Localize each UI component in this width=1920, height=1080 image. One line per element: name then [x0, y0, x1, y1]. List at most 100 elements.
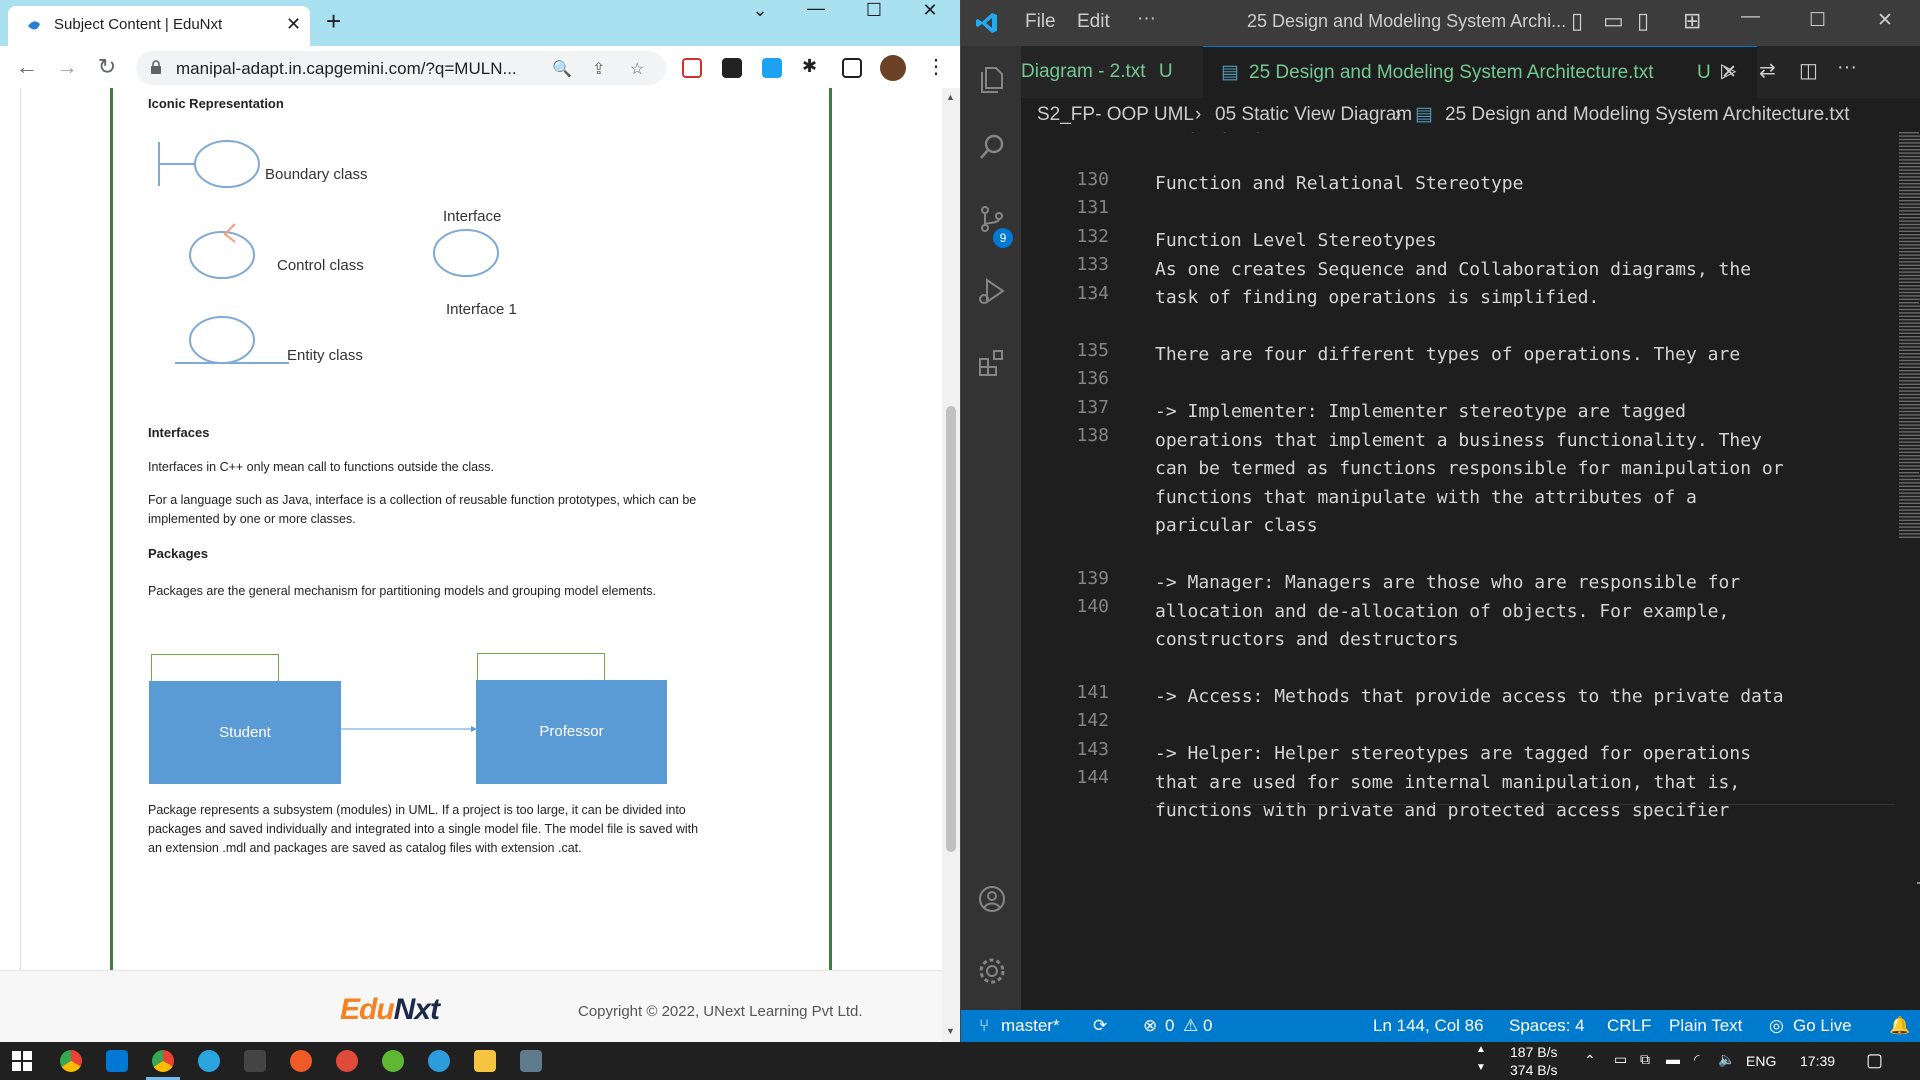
- minimap-line: [1899, 288, 1920, 290]
- indentation[interactable]: Spaces: 4: [1509, 1010, 1585, 1042]
- extension-pocket-icon[interactable]: [682, 58, 702, 78]
- split-editor-icon[interactable]: ◫: [1799, 58, 1818, 83]
- error-count[interactable]: 0: [1165, 1010, 1174, 1042]
- sync-icon[interactable]: ⟳: [1093, 1010, 1107, 1042]
- edge-taskbar-icon[interactable]: [428, 1050, 450, 1072]
- battery-icon[interactable]: ▬: [1666, 1051, 1680, 1067]
- menu-file[interactable]: File: [1025, 11, 1056, 33]
- toggle-panel-icon[interactable]: ▭: [1603, 8, 1624, 34]
- editor-text-area[interactable]: information 130 131 Function and Relational…: [1021, 132, 1920, 1010]
- git-branch[interactable]: master*: [1001, 1010, 1060, 1042]
- vscode-maximize-icon[interactable]: ☐: [1809, 9, 1826, 32]
- minimap[interactable]: [1897, 132, 1920, 552]
- logo-text-edu: Edu: [340, 993, 395, 1026]
- forward-icon[interactable]: →: [54, 54, 80, 80]
- minimap-line: [1899, 247, 1920, 249]
- toggle-sidebar-icon[interactable]: ▯: [1571, 8, 1583, 34]
- postman-taskbar-icon[interactable]: [290, 1050, 312, 1072]
- tray-chevron-icon[interactable]: ⌃: [1584, 1052, 1596, 1069]
- minimap-line: [1899, 322, 1920, 324]
- code-line-text: operations that implement a business fun…: [1155, 429, 1762, 451]
- extension-dark-icon[interactable]: [722, 58, 742, 78]
- code-line-text: -> Manager: Managers are those who are r…: [1155, 572, 1741, 593]
- address-bar[interactable]: manipal-adapt.in.capgemini.com/?q=MULN..…: [136, 51, 666, 85]
- minimize-icon[interactable]: —: [796, 0, 836, 24]
- minimap-line: [1899, 482, 1920, 484]
- maximize-icon[interactable]: ☐: [854, 0, 894, 26]
- more-actions-icon[interactable]: ···: [1837, 56, 1857, 79]
- breadcrumb-folder-1[interactable]: S2_FP- OOP UML: [1037, 98, 1194, 132]
- wifi-icon[interactable]: ◜: [1694, 1051, 1699, 1068]
- run-debug-icon[interactable]: [977, 276, 1007, 306]
- breadcrumb-file[interactable]: 25 Design and Modeling System Architectu…: [1445, 98, 1849, 132]
- search-icon[interactable]: [977, 132, 1007, 162]
- volume-icon[interactable]: 🔈: [1718, 1051, 1735, 1068]
- accounts-icon[interactable]: [977, 884, 1007, 914]
- notifications-bell-icon[interactable]: 🔔: [1889, 1010, 1910, 1042]
- compare-changes-icon[interactable]: ⇄: [1759, 58, 1776, 83]
- minimap-line: [1899, 189, 1920, 192]
- tab-search-chevron-icon[interactable]: ⌄: [740, 0, 780, 26]
- p-app-taskbar-icon[interactable]: [336, 1050, 358, 1072]
- breadcrumb-folder-2[interactable]: 05 Static View Diagram: [1215, 98, 1412, 132]
- windows-start-icon[interactable]: [12, 1051, 32, 1071]
- tab-diagram-2[interactable]: Diagram - 2.txt U: [1021, 46, 1203, 98]
- browser-tab[interactable]: Subject Content | EduNxt ✕: [8, 6, 310, 46]
- upwork-taskbar-icon[interactable]: [382, 1050, 404, 1072]
- chrome-active-taskbar-icon[interactable]: [152, 1050, 174, 1072]
- menu-edit[interactable]: Edit: [1077, 11, 1110, 33]
- end-of-line[interactable]: CRLF: [1607, 1010, 1651, 1042]
- share-icon[interactable]: ⇪: [592, 59, 605, 79]
- back-icon[interactable]: ←: [14, 54, 40, 80]
- file-explorer-taskbar-icon[interactable]: [474, 1050, 496, 1072]
- toggle-secondary-sidebar-icon[interactable]: ▯: [1637, 8, 1649, 34]
- scrollbar-thumb[interactable]: [946, 406, 956, 852]
- settings-gear-icon[interactable]: [977, 956, 1007, 986]
- image-app-taskbar-icon[interactable]: [520, 1050, 542, 1072]
- notification-center-icon[interactable]: ▢: [1866, 1050, 1883, 1071]
- minimap-line: [1899, 135, 1920, 137]
- scroll-up-icon[interactable]: ▲: [946, 92, 955, 102]
- vscode-minimize-icon[interactable]: —: [1741, 6, 1760, 28]
- cursor-position[interactable]: Ln 144, Col 86: [1373, 1010, 1484, 1042]
- explorer-files-icon[interactable]: [977, 64, 1007, 94]
- language-mode[interactable]: Plain Text: [1669, 1010, 1742, 1042]
- minimap-line: [1899, 312, 1920, 314]
- warning-count[interactable]: 0: [1203, 1010, 1212, 1042]
- input-language[interactable]: ENG: [1746, 1053, 1776, 1069]
- line-number: 132: [1076, 225, 1109, 247]
- run-icon[interactable]: ▷: [1721, 58, 1736, 83]
- code-line-text: task of finding operations is simplified…: [1155, 287, 1600, 308]
- page-scrollbar[interactable]: ▲ ▼: [942, 88, 960, 1042]
- upload-arrow-icon: ▲: [1476, 1044, 1486, 1055]
- extensions-puzzle-icon[interactable]: ✱: [802, 56, 817, 77]
- menu-more-icon[interactable]: ···: [1137, 8, 1156, 30]
- reload-icon[interactable]: ↻: [94, 54, 120, 80]
- chrome-menu-icon[interactable]: ⋮: [926, 54, 946, 79]
- clock-time[interactable]: 17:39: [1800, 1053, 1835, 1069]
- chrome-taskbar-icon[interactable]: [60, 1050, 82, 1072]
- bookmark-star-icon[interactable]: ☆: [630, 59, 644, 79]
- vscode-taskbar-icon[interactable]: [106, 1050, 128, 1072]
- tray-app-icon[interactable]: ▭: [1614, 1051, 1627, 1068]
- customize-layout-icon[interactable]: ⊞: [1683, 8, 1701, 34]
- telegram-taskbar-icon[interactable]: [198, 1050, 220, 1072]
- zoom-icon[interactable]: 🔍: [552, 59, 572, 79]
- profile-avatar[interactable]: [880, 55, 906, 81]
- scroll-down-icon[interactable]: ▼: [946, 1026, 955, 1036]
- app-taskbar-icon[interactable]: [244, 1050, 266, 1072]
- extension-s-icon[interactable]: [762, 58, 782, 78]
- go-live-button[interactable]: Go Live: [1793, 1010, 1852, 1042]
- meet-now-icon[interactable]: ⧉: [1640, 1051, 1650, 1068]
- extensions-icon[interactable]: [977, 348, 1007, 378]
- vscode-close-icon[interactable]: ✕: [1877, 9, 1893, 32]
- new-tab-button[interactable]: +: [326, 8, 341, 34]
- close-icon[interactable]: ✕: [910, 0, 950, 26]
- minimap-line: [1899, 234, 1920, 236]
- code-line-text: that are used for some internal manipula…: [1155, 771, 1741, 793]
- side-panel-icon[interactable]: [842, 58, 862, 78]
- minimap-line: [1899, 278, 1920, 280]
- tab-close-icon[interactable]: ✕: [286, 14, 301, 35]
- tab-design-modeling[interactable]: ▤ 25 Design and Modeling System Architec…: [1203, 46, 1757, 98]
- line-number: 140: [1076, 596, 1109, 617]
